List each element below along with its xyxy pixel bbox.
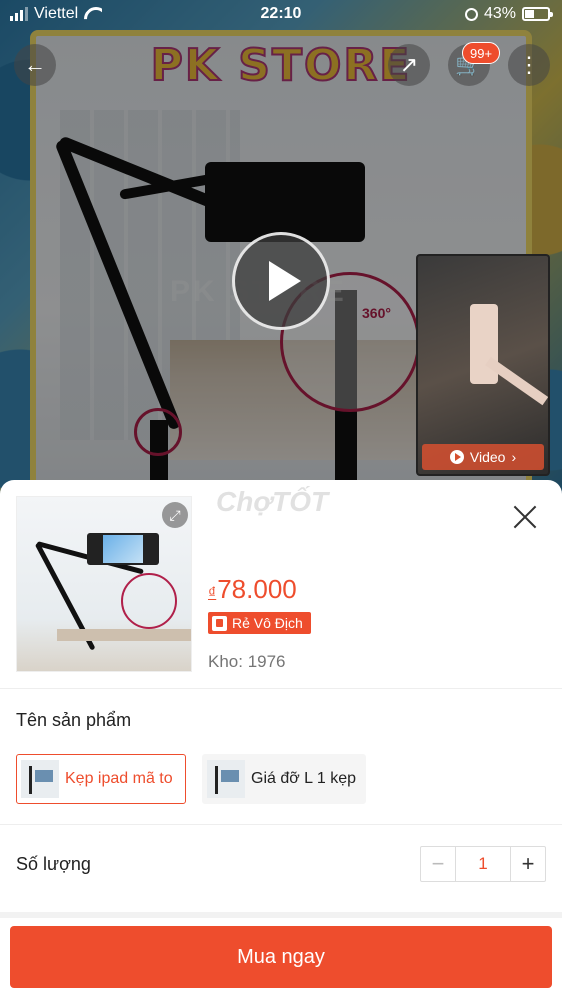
quantity-label: Số lượng — [16, 854, 91, 874]
close-icon[interactable] — [508, 500, 542, 534]
price: ₫ 78.000 — [208, 574, 297, 605]
variant-option-ipad-clamp[interactable]: Kẹp ipad mã to — [16, 754, 186, 804]
variant-section-label: Tên sản phẩm — [16, 710, 132, 730]
video-thumb-holder — [470, 304, 498, 384]
thumbs-up-icon — [212, 615, 227, 631]
play-video-button[interactable] — [232, 232, 330, 330]
chotot-watermark: ChợTỐT — [216, 486, 329, 517]
divider — [0, 824, 562, 825]
stock-count: Kho: 1976 — [208, 652, 286, 671]
thumb-zoom-circle — [121, 573, 177, 629]
divider — [0, 688, 562, 689]
variant-label: Giá đỡ L 1 kẹp — [251, 770, 357, 787]
share-button[interactable]: ↗ — [388, 44, 430, 86]
quantity-stepper[interactable]: − 1 + — [420, 846, 546, 882]
battery-icon — [522, 7, 553, 21]
currency-symbol: ₫ — [208, 585, 217, 602]
quantity-value[interactable]: 1 — [455, 847, 511, 881]
expand-icon[interactable]: ⤢ — [162, 502, 188, 528]
battery-percent: 43% — [483, 5, 516, 22]
rotation-lock-icon — [464, 7, 478, 21]
thumb-desk — [57, 629, 191, 641]
variant-image — [207, 760, 245, 798]
thumb-screen — [103, 535, 143, 563]
status-bar: Viettel 22:10 43% — [0, 0, 562, 30]
video-thumbnail[interactable]: Video › — [416, 254, 550, 476]
more-options-button[interactable]: ⋮ — [508, 44, 550, 86]
decrease-quantity-button[interactable]: − — [421, 847, 455, 881]
variant-label: Kẹp ipad mã to — [65, 770, 173, 787]
price-value: 78.000 — [217, 574, 297, 604]
variant-image — [21, 760, 59, 798]
buy-now-button[interactable]: Mua ngay — [10, 926, 552, 988]
increase-quantity-button[interactable]: + — [511, 847, 545, 881]
more-icon: ⋮ — [518, 52, 540, 77]
share-icon: ↗ — [399, 52, 419, 77]
chevron-right-icon: › — [511, 449, 517, 465]
deal-badge: Rẻ Vô Địch — [208, 612, 311, 634]
back-arrow-icon: ← — [24, 52, 46, 77]
battery-level — [525, 10, 535, 18]
cart-count-badge: 99+ — [462, 42, 501, 64]
back-button[interactable]: ← — [14, 44, 56, 86]
deal-badge-label: Rẻ Vô Địch — [232, 615, 303, 631]
video-play-icon — [449, 450, 464, 464]
variant-option-l-stand[interactable]: Giá đỡ L 1 kẹp — [202, 754, 366, 804]
video-badge[interactable]: Video › — [422, 444, 544, 470]
play-icon — [269, 261, 301, 301]
video-label: Video — [469, 449, 506, 465]
